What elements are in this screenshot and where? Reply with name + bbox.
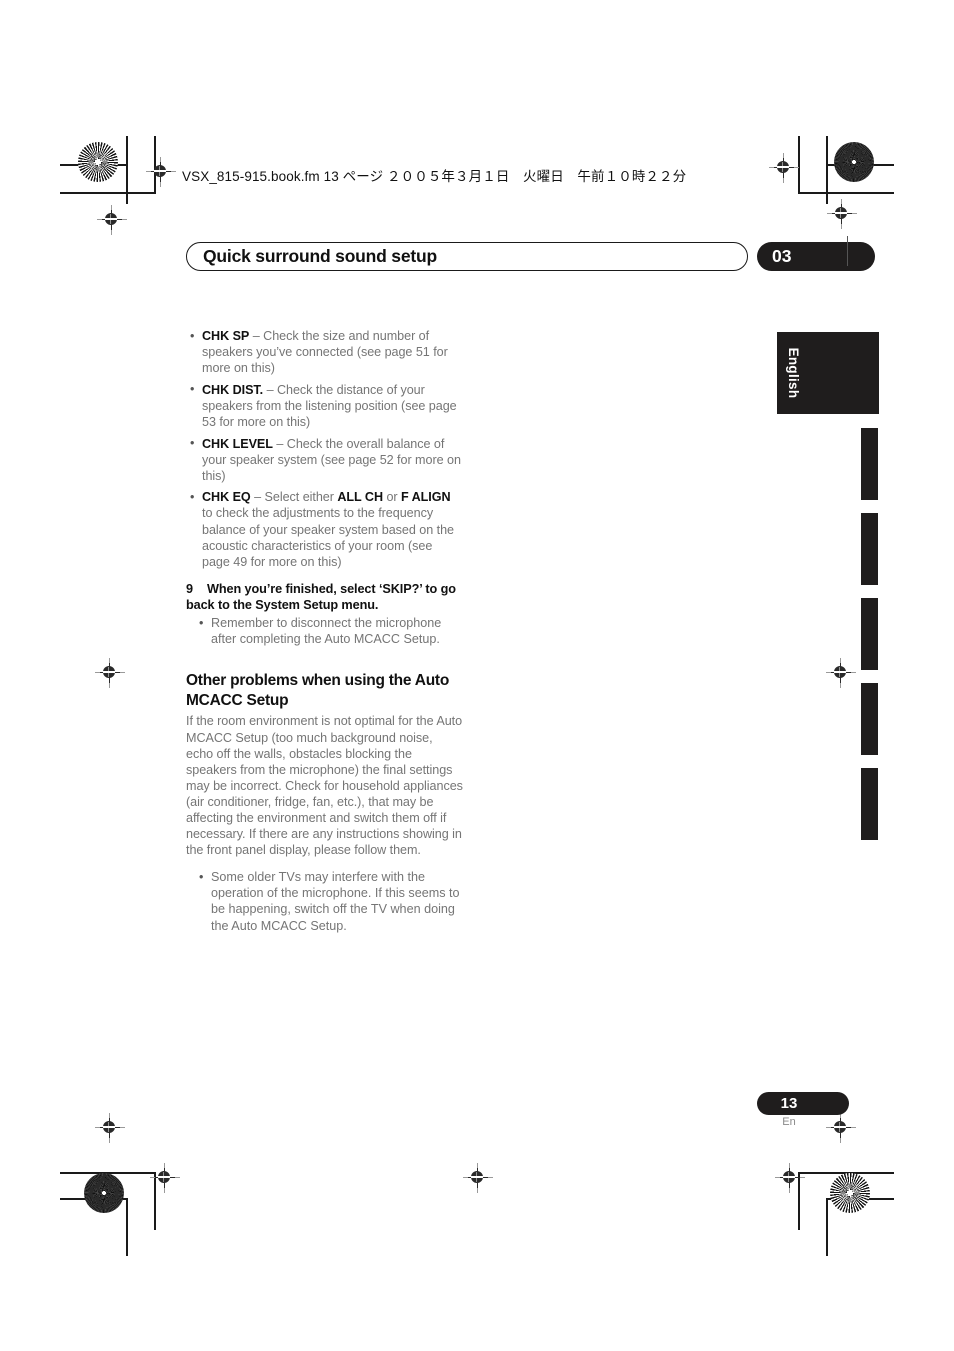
registration-crosshair-bottom-center (463, 1163, 493, 1193)
crop-mark-bottom-left-v2 (126, 1198, 128, 1256)
page-title: Quick surround sound setup (203, 246, 437, 266)
final-note: Some older TVs may interfere with the op… (195, 869, 463, 933)
bullet-term: CHK EQ (202, 490, 251, 505)
registration-crosshair-lower-left (95, 1113, 125, 1143)
bullet-term: CHK LEVEL (202, 436, 273, 451)
chapter-title-bar: Quick surround sound setup (186, 242, 748, 271)
registration-crosshair-lower-right (826, 1113, 856, 1143)
step-text: When you’re finished, select ‘SKIP?’ to … (186, 581, 456, 613)
step-number: 9 (186, 581, 193, 596)
registration-target-top-left (78, 142, 118, 182)
section-heading: Other problems when using the Auto MCACC… (186, 672, 450, 709)
registration-crosshair-bottom-left (150, 1163, 180, 1193)
language-tab: English (777, 332, 879, 414)
registration-crosshair-top-left (146, 157, 176, 187)
registration-crosshair-top-right (769, 153, 799, 183)
registration-target-top-right (834, 142, 874, 182)
crop-mark-top-right-v (826, 136, 828, 204)
chapter-badge-tick (847, 236, 849, 266)
bullet-text-part3: to check the adjustments to the frequenc… (202, 506, 454, 569)
bullet-option-all-ch: ALL CH (337, 490, 383, 505)
side-index-tab-3 (861, 598, 878, 670)
registration-target-bottom-right (830, 1173, 870, 1213)
bullet-option-f-align: F ALIGN (401, 490, 451, 505)
crop-mark-top-left-h2 (60, 192, 156, 194)
side-index-tab-1 (861, 428, 878, 500)
list-item: CHK DIST. – Check the distance of your s… (186, 381, 463, 430)
registration-crosshair-bottom-right (775, 1163, 805, 1193)
page-number-badge: 13 (757, 1092, 849, 1115)
side-index-tab-2 (861, 513, 878, 585)
bullet-term: CHK DIST. (202, 382, 264, 397)
registration-target-bottom-left (84, 1173, 124, 1213)
bullet-text-part1: – Select either (250, 490, 338, 505)
bullet-text-part2: or (383, 490, 401, 505)
section-paragraph: If the room environment is not optimal f… (186, 714, 463, 858)
main-text-column: CHK SP – Check the size and number of sp… (186, 327, 463, 934)
page-language-label: En (782, 1116, 796, 1128)
bullet-term: CHK SP (202, 329, 250, 343)
registration-crosshair-upper-left-margin (97, 205, 127, 235)
language-tab-label: English (786, 347, 802, 399)
list-item-chk-eq: CHK EQ – Select either ALL CH or F ALIGN… (186, 489, 463, 569)
crop-mark-top-right-h2 (798, 192, 894, 194)
list-item: CHK LEVEL – Check the overall balance of… (186, 435, 463, 484)
crop-mark-bottom-right-v2 (826, 1198, 828, 1256)
chapter-number-badge: 03 (757, 242, 875, 271)
list-item: CHK SP – Check the size and number of sp… (186, 327, 463, 376)
registration-crosshair-upper-right-margin (827, 199, 857, 229)
registration-crosshair-mid-left (95, 658, 125, 688)
registration-crosshair-mid-right (826, 658, 856, 688)
file-slug-header: VSX_815-915.book.fm 13 ページ ２００５年３月１日 火曜日… (182, 169, 687, 184)
side-index-tab-4 (861, 683, 878, 755)
step-note: Remember to disconnect the microphone af… (195, 615, 463, 647)
crop-mark-top-left-v (126, 136, 128, 204)
step-heading: 9 When you’re finished, select ‘SKIP?’ to… (186, 581, 463, 613)
side-index-tab-5 (861, 768, 878, 840)
